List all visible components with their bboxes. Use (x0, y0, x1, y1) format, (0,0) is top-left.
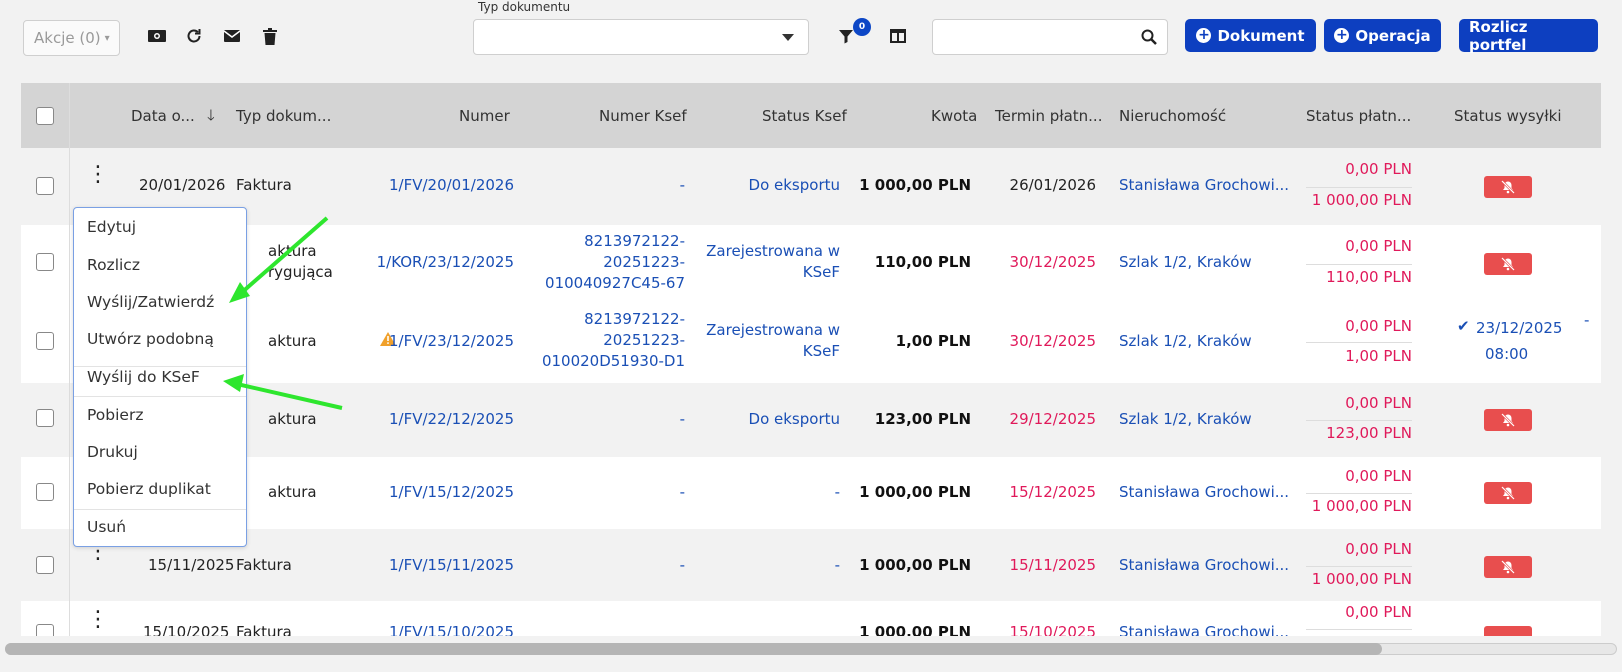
scrollbar-thumb[interactable] (5, 643, 1382, 655)
arrow-icon (223, 374, 343, 410)
arrow-icon (229, 216, 329, 303)
annotation-arrows (223, 216, 343, 410)
